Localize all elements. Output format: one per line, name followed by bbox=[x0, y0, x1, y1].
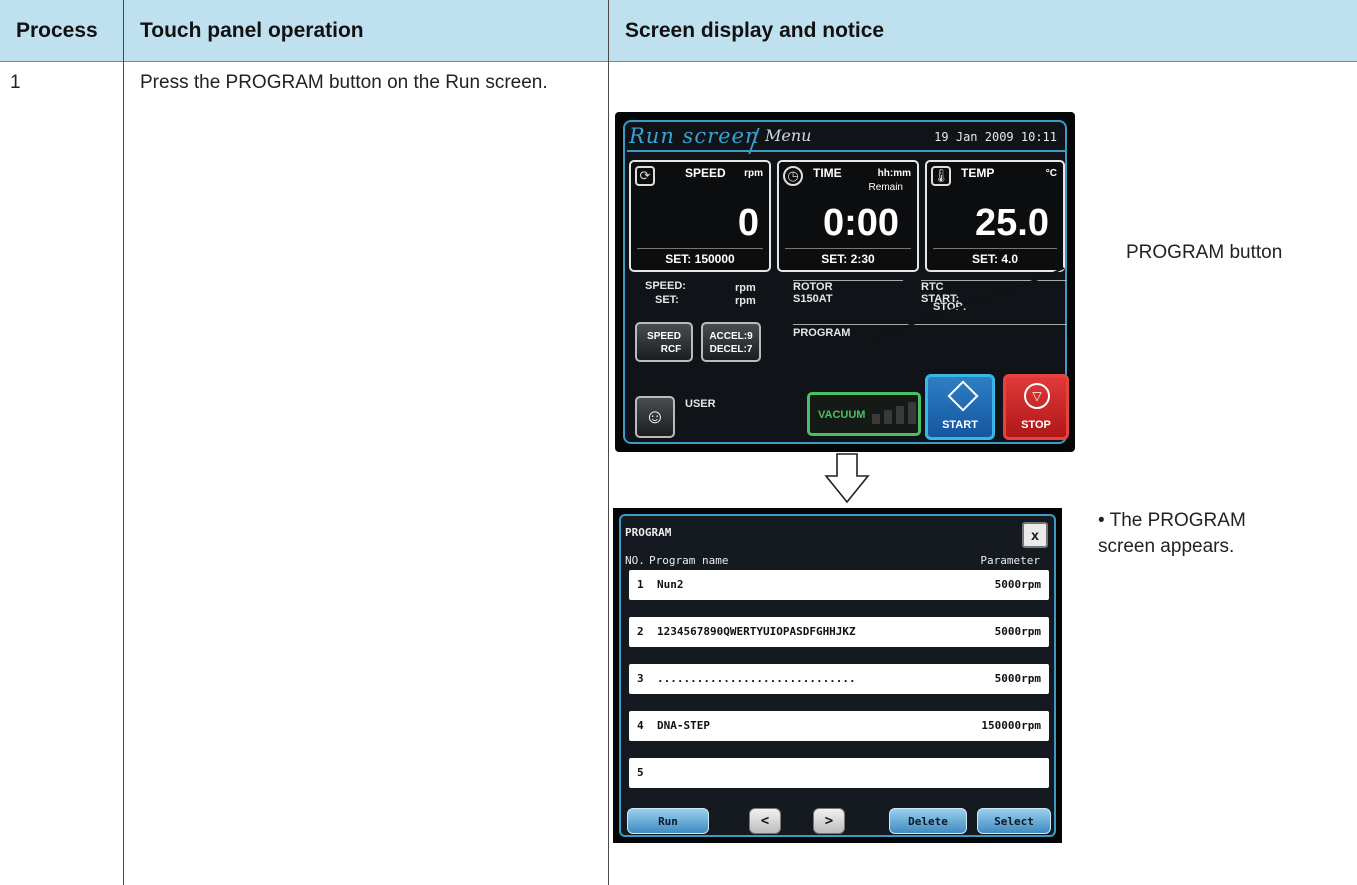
row-parameter: 150000rpm bbox=[981, 719, 1041, 732]
row-program-name: DNA-STEP bbox=[657, 719, 710, 732]
row-number: 5 bbox=[637, 766, 644, 779]
program-screen-image: PROGRAM x NO. Program name Parameter 1 N… bbox=[613, 508, 1062, 843]
program-row[interactable]: 3 .............................. 5000rpm bbox=[629, 664, 1049, 694]
column-no: NO. bbox=[625, 554, 645, 567]
delete-button[interactable]: Delete bbox=[889, 808, 967, 834]
row-parameter: 5000rpm bbox=[994, 672, 1041, 685]
row-parameter: 5000rpm bbox=[994, 625, 1041, 638]
program-row[interactable]: 1 Nun2 5000rpm bbox=[629, 570, 1049, 600]
row-program-name: Nun2 bbox=[657, 578, 684, 591]
program-row[interactable]: 2 1234567890QWERTYUIOPASDFGHHJKZ 5000rpm bbox=[629, 617, 1049, 647]
callout-program-button: PROGRAM button bbox=[1126, 242, 1283, 263]
row-number: 2 bbox=[637, 625, 644, 638]
select-button[interactable]: Select bbox=[977, 808, 1051, 834]
next-page-button[interactable]: > bbox=[813, 808, 845, 834]
column-program-name: Program name bbox=[649, 554, 729, 567]
program-row[interactable]: 4 DNA-STEP 150000rpm bbox=[629, 711, 1049, 741]
column-parameter: Parameter bbox=[980, 554, 1040, 567]
row-program-name: .............................. bbox=[657, 672, 856, 685]
row-program-name: 1234567890QWERTYUIOPASDFGHHJKZ bbox=[657, 625, 856, 638]
program-screen-frame: PROGRAM x NO. Program name Parameter 1 N… bbox=[619, 514, 1056, 837]
close-button[interactable]: x bbox=[1022, 522, 1048, 548]
row-number: 4 bbox=[637, 719, 644, 732]
run-button[interactable]: Run bbox=[627, 808, 709, 834]
program-row[interactable]: 5 bbox=[629, 758, 1049, 788]
program-screen-title: PROGRAM bbox=[625, 526, 672, 539]
row-number: 1 bbox=[637, 578, 644, 591]
down-arrow-icon bbox=[824, 453, 870, 504]
row-parameter: 5000rpm bbox=[994, 578, 1041, 591]
previous-page-button[interactable]: < bbox=[749, 808, 781, 834]
notice-text: • The PROGRAM screen appears. bbox=[1098, 510, 1246, 557]
row-number: 3 bbox=[637, 672, 644, 685]
